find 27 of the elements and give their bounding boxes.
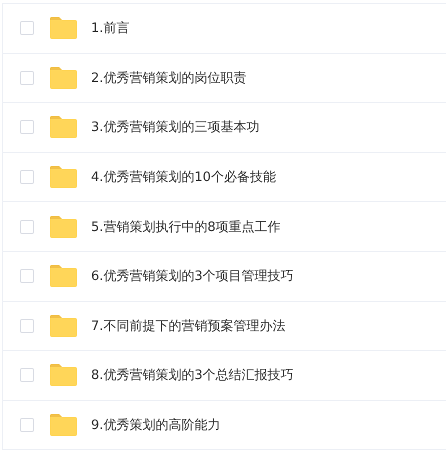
checkbox[interactable] [20, 368, 34, 382]
folder-icon [49, 264, 78, 288]
folder-icon [49, 314, 78, 338]
checkbox[interactable] [20, 318, 34, 333]
folder-icon [49, 413, 78, 438]
folder-icon [49, 214, 78, 239]
folder-name[interactable]: 8.优秀营销策划的3个总结汇报技巧 [91, 366, 294, 384]
folder-icon [49, 363, 78, 388]
folder-name[interactable]: 3.优秀营销策划的三项基本功 [91, 118, 260, 136]
checkbox[interactable] [20, 120, 34, 134]
folder-icon [49, 115, 78, 140]
folder-name[interactable]: 4.优秀营销策划的10个必备技能 [91, 168, 276, 186]
checkbox[interactable] [20, 220, 34, 234]
checkbox[interactable] [20, 170, 34, 184]
folder-name[interactable]: 6.优秀营销策划的3个项目管理技巧 [91, 267, 294, 286]
folder-name[interactable]: 5.营销策划执行中的8项重点工作 [91, 218, 281, 236]
folder-name[interactable]: 7.不同前提下的营销预案管理办法 [91, 316, 286, 335]
folder-icon [49, 16, 78, 40]
checkbox[interactable] [20, 269, 34, 284]
folder-name[interactable]: 9.优秀策划的高阶能力 [91, 416, 220, 434]
folder-name[interactable]: 2.优秀营销策划的岗位职责 [91, 68, 246, 87]
folder-icon [49, 66, 78, 90]
checkbox[interactable] [20, 21, 34, 36]
folder-name[interactable]: 1.前言 [91, 19, 130, 38]
checkbox[interactable] [20, 418, 34, 432]
checkbox[interactable] [20, 70, 34, 85]
folder-icon [49, 165, 78, 190]
